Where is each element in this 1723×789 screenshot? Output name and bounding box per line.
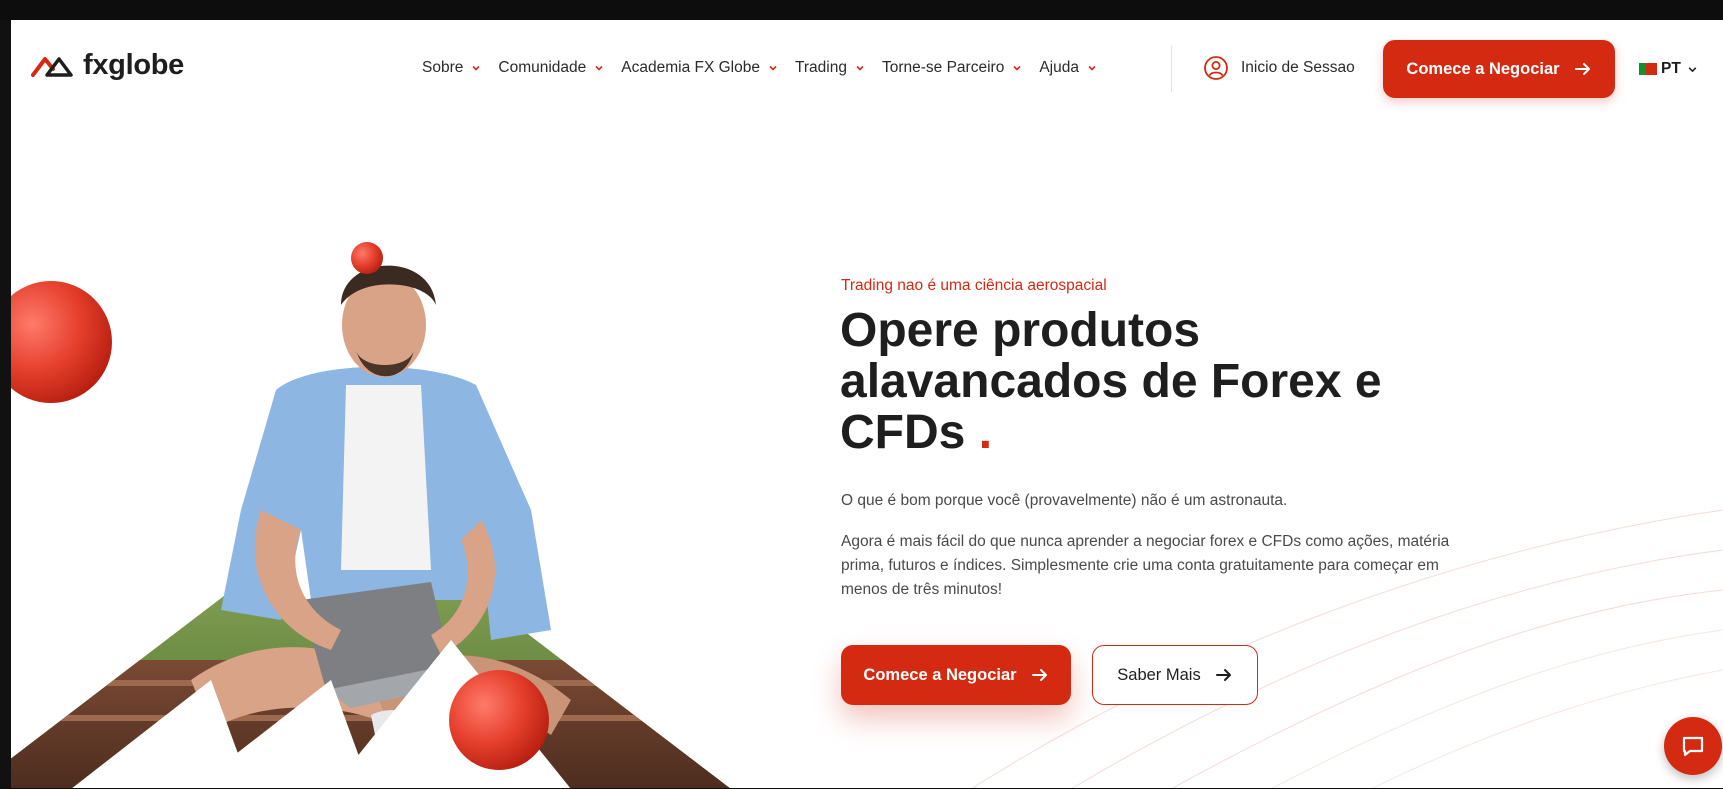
nav-item-label: Ajuda <box>1039 59 1079 76</box>
arrow-right-icon <box>1574 63 1590 75</box>
nav-item-label: Torne-se Parceiro <box>881 59 1005 76</box>
nav-item-comunidade[interactable]: Comunidade <box>498 59 604 77</box>
headline-line-2: alavancados de Forex e <box>840 355 1382 408</box>
chat-widget-button[interactable] <box>1664 717 1722 775</box>
chevron-down-icon <box>1013 65 1021 71</box>
headline-line-3: CFDs <box>840 406 966 459</box>
main-nav: Sobre Comunidade Academia FX Globe Tradi… <box>422 59 1114 77</box>
arrow-right-icon <box>1215 669 1231 681</box>
hero-subtitle: O que é bom porque você (provavelmente) … <box>841 492 1288 509</box>
logo[interactable]: fxglobe <box>31 49 184 82</box>
arrow-right-icon <box>1031 669 1047 681</box>
nav-item-label: Academia FX Globe <box>621 59 760 76</box>
nav-item-parceiro[interactable]: Torne-se Parceiro <box>882 59 1022 77</box>
login-label: Inicio de Sessao <box>1241 59 1355 76</box>
browser-frame-top <box>0 0 1723 20</box>
brand-name: fxglobe <box>83 49 185 81</box>
hero-headline: Opere produtos alavancados de Forex e CFDs… <box>840 305 1440 458</box>
nav-item-label: Trading <box>795 59 847 76</box>
person-figure <box>191 265 571 740</box>
hero-eyebrow: Trading nao é uma ciência aerospacial <box>841 277 1107 294</box>
chevron-down-icon <box>856 65 864 71</box>
chevron-down-icon <box>1088 65 1096 71</box>
chevron-down-icon <box>595 65 603 71</box>
small-sphere <box>351 242 383 274</box>
chevron-down-icon <box>1688 66 1697 72</box>
hero-start-trading-button[interactable]: Comece a Negociar <box>841 645 1071 705</box>
nav-item-label: Comunidade <box>498 59 587 76</box>
nav-item-ajuda[interactable]: Ajuda <box>1039 59 1097 77</box>
nav-item-sobre[interactable]: Sobre <box>422 59 481 77</box>
button-label: Comece a Negociar <box>863 665 1017 684</box>
language-selector[interactable]: PT <box>1639 60 1698 78</box>
chat-bubble-icon <box>1682 736 1704 757</box>
header-start-trading-button[interactable]: Comece a Negociar <box>1383 40 1615 98</box>
learn-more-button[interactable]: Saber Mais <box>1092 645 1258 705</box>
hero-description: Agora é mais fácil do que nunca aprender… <box>841 533 1450 598</box>
hero-illustration <box>11 242 731 789</box>
nav-item-academia[interactable]: Academia FX Globe <box>621 59 778 77</box>
chevron-down-icon <box>472 65 480 71</box>
button-label: Saber Mais <box>1117 665 1201 684</box>
nav-item-label: Sobre <box>422 59 464 76</box>
large-sphere <box>11 281 112 403</box>
portugal-flag-icon <box>1639 63 1657 75</box>
nav-divider <box>1171 46 1172 92</box>
language-label: PT <box>1661 60 1681 77</box>
headline-dot: . <box>978 406 993 459</box>
button-label: Comece a Negociar <box>1406 59 1560 78</box>
login-link[interactable]: Inicio de Sessao <box>1203 55 1355 81</box>
nav-item-trading[interactable]: Trading <box>795 59 865 77</box>
page: fxglobe Sobre Comunidade Academia FX Glo… <box>11 20 1723 789</box>
headline-line-1: Opere produtos <box>840 304 1201 357</box>
chevron-down-icon <box>769 65 777 71</box>
medium-sphere <box>449 670 549 770</box>
user-circle-icon <box>1204 56 1228 80</box>
fxglobe-logo-icon <box>31 56 73 77</box>
